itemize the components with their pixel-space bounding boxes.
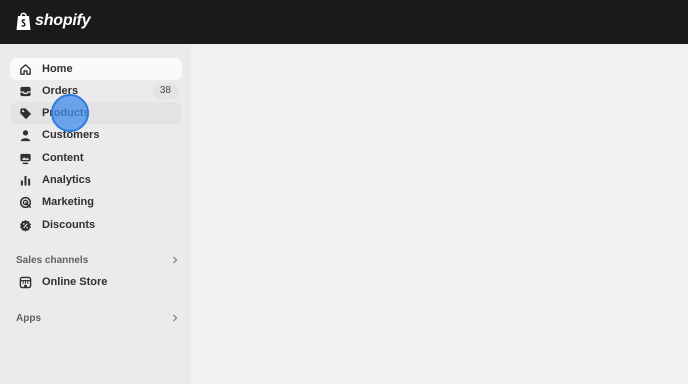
sidebar-item-home[interactable]: Home bbox=[10, 58, 182, 80]
sidebar-item-discounts[interactable]: Discounts bbox=[10, 214, 182, 236]
sidebar-item-label: Analytics bbox=[42, 174, 91, 186]
chevron-right-icon bbox=[173, 256, 178, 264]
sidebar-item-label: Online Store bbox=[42, 276, 108, 288]
top-bar: shopify bbox=[0, 0, 688, 44]
tag-icon bbox=[18, 106, 32, 120]
discount-icon bbox=[18, 218, 32, 232]
sales-channels-heading: Sales channels bbox=[16, 254, 89, 266]
main-content bbox=[191, 44, 688, 384]
sidebar: Home Orders 38 Products Customers Conten… bbox=[0, 44, 191, 384]
sidebar-item-content[interactable]: Content bbox=[10, 147, 182, 169]
sidebar-item-label: Content bbox=[42, 152, 84, 164]
apps-section[interactable]: Apps bbox=[16, 309, 180, 327]
chevron-right-icon bbox=[173, 314, 178, 322]
sidebar-item-label: Marketing bbox=[42, 196, 94, 208]
bar-chart-icon bbox=[18, 173, 32, 187]
sidebar-item-products[interactable]: Products bbox=[10, 102, 182, 124]
shopify-logo[interactable]: shopify bbox=[15, 11, 91, 31]
click-indicator bbox=[51, 94, 89, 132]
sidebar-item-orders[interactable]: Orders 38 bbox=[10, 80, 182, 102]
shopify-wordmark: shopify bbox=[35, 12, 91, 29]
sidebar-item-online-store[interactable]: Online Store bbox=[10, 271, 182, 293]
apps-heading: Apps bbox=[16, 312, 41, 324]
store-icon bbox=[18, 275, 32, 289]
inbox-icon bbox=[18, 84, 32, 98]
sidebar-item-customers[interactable]: Customers bbox=[10, 124, 182, 146]
sidebar-item-label: Home bbox=[42, 63, 73, 75]
sidebar-item-marketing[interactable]: Marketing bbox=[10, 191, 182, 213]
person-icon bbox=[18, 128, 32, 142]
sidebar-item-label: Discounts bbox=[42, 219, 96, 231]
target-icon bbox=[18, 195, 32, 209]
home-icon bbox=[18, 62, 32, 76]
shopify-bag-icon bbox=[16, 12, 31, 30]
image-icon bbox=[18, 151, 32, 165]
orders-count-badge: 38 bbox=[152, 83, 178, 99]
sales-channels-section[interactable]: Sales channels bbox=[16, 251, 180, 269]
sidebar-item-analytics[interactable]: Analytics bbox=[10, 169, 182, 191]
